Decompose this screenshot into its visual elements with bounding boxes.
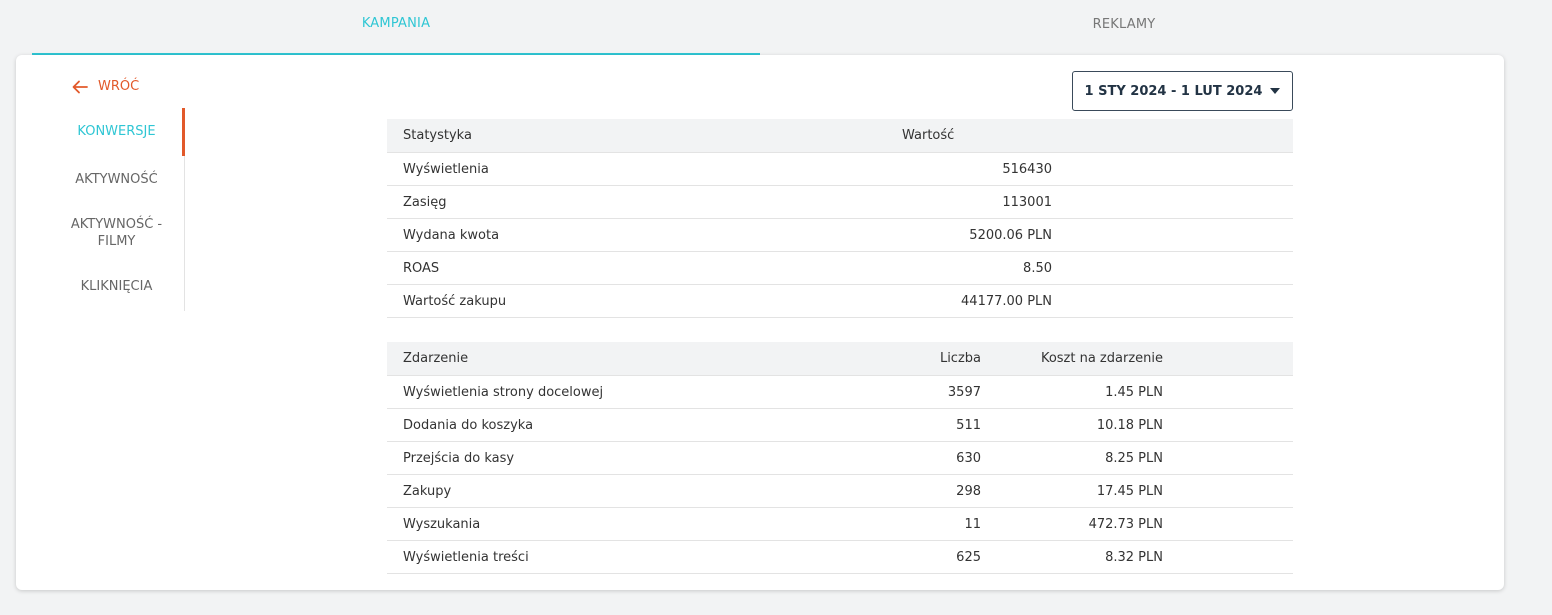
stat-value: 8.50 [1023,260,1052,276]
event-name: Zakupy [403,483,452,499]
event-count: 3597 [947,384,981,400]
event-count: 625 [956,549,981,565]
table-row: Przejścia do kasy 630 8.25 PLN [387,442,1293,475]
header-statystyka: Statystyka [403,128,472,143]
side-nav: KONWERSJE AKTYWNOŚĆ AKTYWNOŚĆ - FILMY KL… [48,108,185,311]
table-row: Wartość zakupu 44177.00 PLN [387,285,1293,318]
table-row: Zasięg 113001 [387,186,1293,219]
caret-down-icon [1270,88,1281,94]
header-wartosc: Wartość [902,128,955,143]
sidebar-item-konwersje[interactable]: KONWERSJE [48,123,185,140]
sidebar-item-aktywnosc-filmy[interactable]: AKTYWNOŚĆ - FILMY [48,216,185,250]
table-row: Dodania do koszyka 511 10.18 PLN [387,409,1293,442]
stat-name: Wartość zakupu [403,293,507,309]
header-zdarzenie: Zdarzenie [403,351,469,366]
stat-value: 5200.06 PLN [969,227,1052,243]
date-range-label: 1 STY 2024 - 1 LUT 2024 [1084,83,1263,99]
events-table: Zdarzenie Liczba Koszt na zdarzenie Wyśw… [387,342,1293,574]
event-cost: 17.45 PLN [1096,483,1163,499]
date-range-dropdown[interactable]: 1 STY 2024 - 1 LUT 2024 [1072,71,1293,111]
event-cost: 8.32 PLN [1105,549,1163,565]
event-cost: 10.18 PLN [1096,417,1163,433]
stat-name: Wydana kwota [403,227,500,243]
arrow-left-icon [72,80,88,93]
table-row: Wyświetlenia strony docelowej 3597 1.45 … [387,376,1293,409]
table-header: Statystyka Wartość [387,119,1293,153]
top-tabs: KAMPANIA REKLAMY [32,0,1488,55]
stat-name: Zasięg [403,194,447,210]
event-count: 298 [956,483,981,499]
stat-name: ROAS [403,260,440,276]
table-row: Wydana kwota 5200.06 PLN [387,219,1293,252]
stat-value: 113001 [1002,194,1052,210]
event-count: 630 [956,450,981,466]
tab-reklamy[interactable]: REKLAMY [760,0,1488,55]
event-cost: 8.25 PLN [1105,450,1163,466]
sidebar-item-klikniecia[interactable]: KLIKNIĘCIA [48,278,185,295]
stat-name: Wyświetlenia [403,161,489,177]
event-cost: 472.73 PLN [1088,516,1163,532]
sidebar-item-aktywnosc[interactable]: AKTYWNOŚĆ [48,171,185,188]
stat-value: 516430 [1002,161,1052,177]
table-header: Zdarzenie Liczba Koszt na zdarzenie [387,342,1293,376]
stats-table: Statystyka Wartość Wyświetlenia 516430 Z… [387,119,1293,318]
event-name: Wyświetlenia treści [403,549,529,565]
content-card: WRÓĆ KONWERSJE AKTYWNOŚĆ AKTYWNOŚĆ - FIL… [16,55,1504,590]
table-row: ROAS 8.50 [387,252,1293,285]
back-button[interactable]: WRÓĆ [72,79,139,94]
back-label: WRÓĆ [98,79,140,94]
table-row: Zakupy 298 17.45 PLN [387,475,1293,508]
header-liczba: Liczba [939,351,981,366]
event-count: 511 [956,417,981,433]
table-row: Wyświetlenia 516430 [387,153,1293,186]
event-name: Dodania do koszyka [403,417,534,433]
event-name: Wyszukania [403,516,481,532]
header-koszt: Koszt na zdarzenie [1040,351,1163,366]
tab-kampania[interactable]: KAMPANIA [32,0,760,55]
event-name: Przejścia do kasy [403,450,515,466]
event-cost: 1.45 PLN [1105,384,1163,400]
event-name: Wyświetlenia strony docelowej [403,384,604,400]
table-row: Wyświetlenia treści 625 8.32 PLN [387,541,1293,574]
event-count: 11 [964,516,981,532]
stat-value: 44177.00 PLN [961,293,1052,309]
table-row: Wyszukania 11 472.73 PLN [387,508,1293,541]
